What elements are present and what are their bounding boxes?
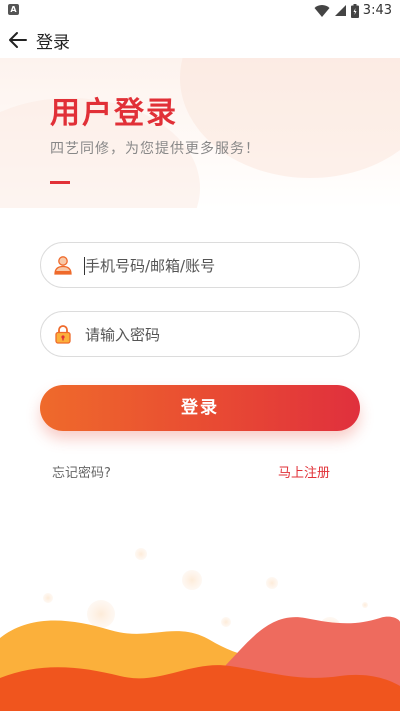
wifi-icon [314, 4, 330, 17]
hero-decor-circle [180, 58, 400, 178]
status-time: 3:43 [362, 3, 392, 18]
arrow-left-icon [9, 32, 27, 48]
page-title: 用户登录 [50, 96, 178, 131]
status-bar: A 3:43 [0, 0, 400, 22]
notification-icon: A [8, 4, 19, 15]
page-subtitle: 四艺同修，为您提供更多服务！ [50, 141, 260, 157]
forgot-password-link[interactable]: 忘记密码? [52, 462, 111, 481]
password-input[interactable] [83, 320, 347, 350]
lock-icon [55, 325, 71, 344]
decor-waves [0, 616, 400, 711]
account-input[interactable] [83, 251, 347, 281]
login-button[interactable]: 登录 [40, 385, 360, 431]
back-button[interactable] [6, 28, 30, 52]
user-icon [54, 256, 72, 275]
account-field[interactable] [40, 242, 360, 288]
app-bar: 登录 [0, 22, 400, 58]
password-field[interactable] [40, 311, 360, 357]
accent-divider [50, 181, 70, 184]
signal-icon [334, 5, 346, 16]
register-link[interactable]: 马上注册 [278, 462, 330, 481]
app-bar-title: 登录 [36, 33, 70, 53]
hero-background [0, 58, 400, 208]
battery-icon [350, 3, 359, 18]
